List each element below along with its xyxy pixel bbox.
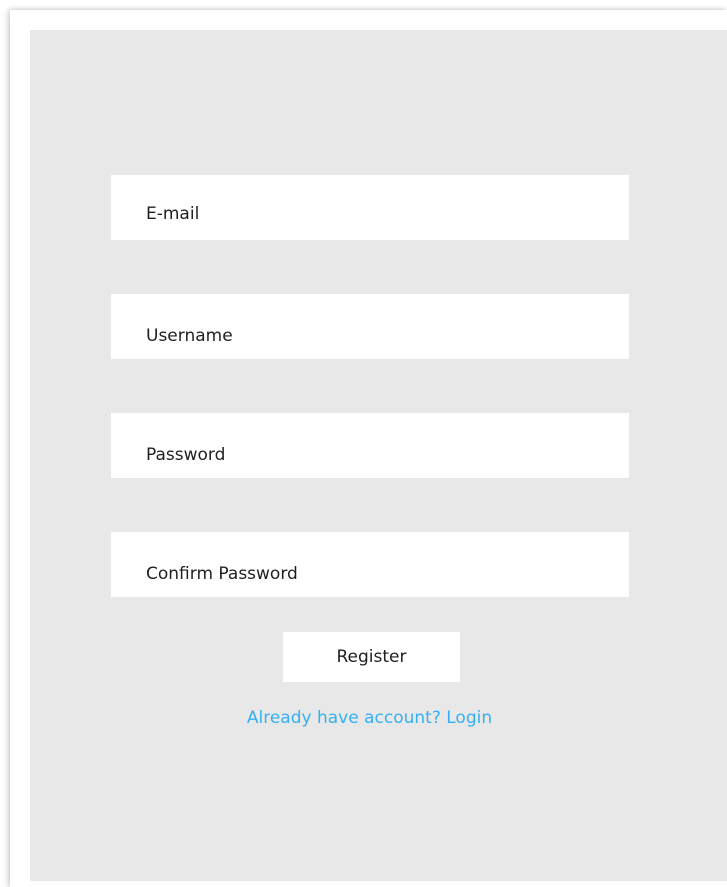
confirm-password-field[interactable]: [111, 532, 629, 597]
login-link[interactable]: Already have account? Login: [30, 708, 709, 728]
username-field[interactable]: [111, 294, 629, 359]
email-field[interactable]: [111, 175, 629, 240]
registration-panel: Register Already have account? Login: [30, 30, 727, 881]
window-frame: Register Already have account? Login: [10, 10, 727, 887]
password-field[interactable]: [111, 413, 629, 478]
register-button[interactable]: Register: [283, 632, 460, 682]
